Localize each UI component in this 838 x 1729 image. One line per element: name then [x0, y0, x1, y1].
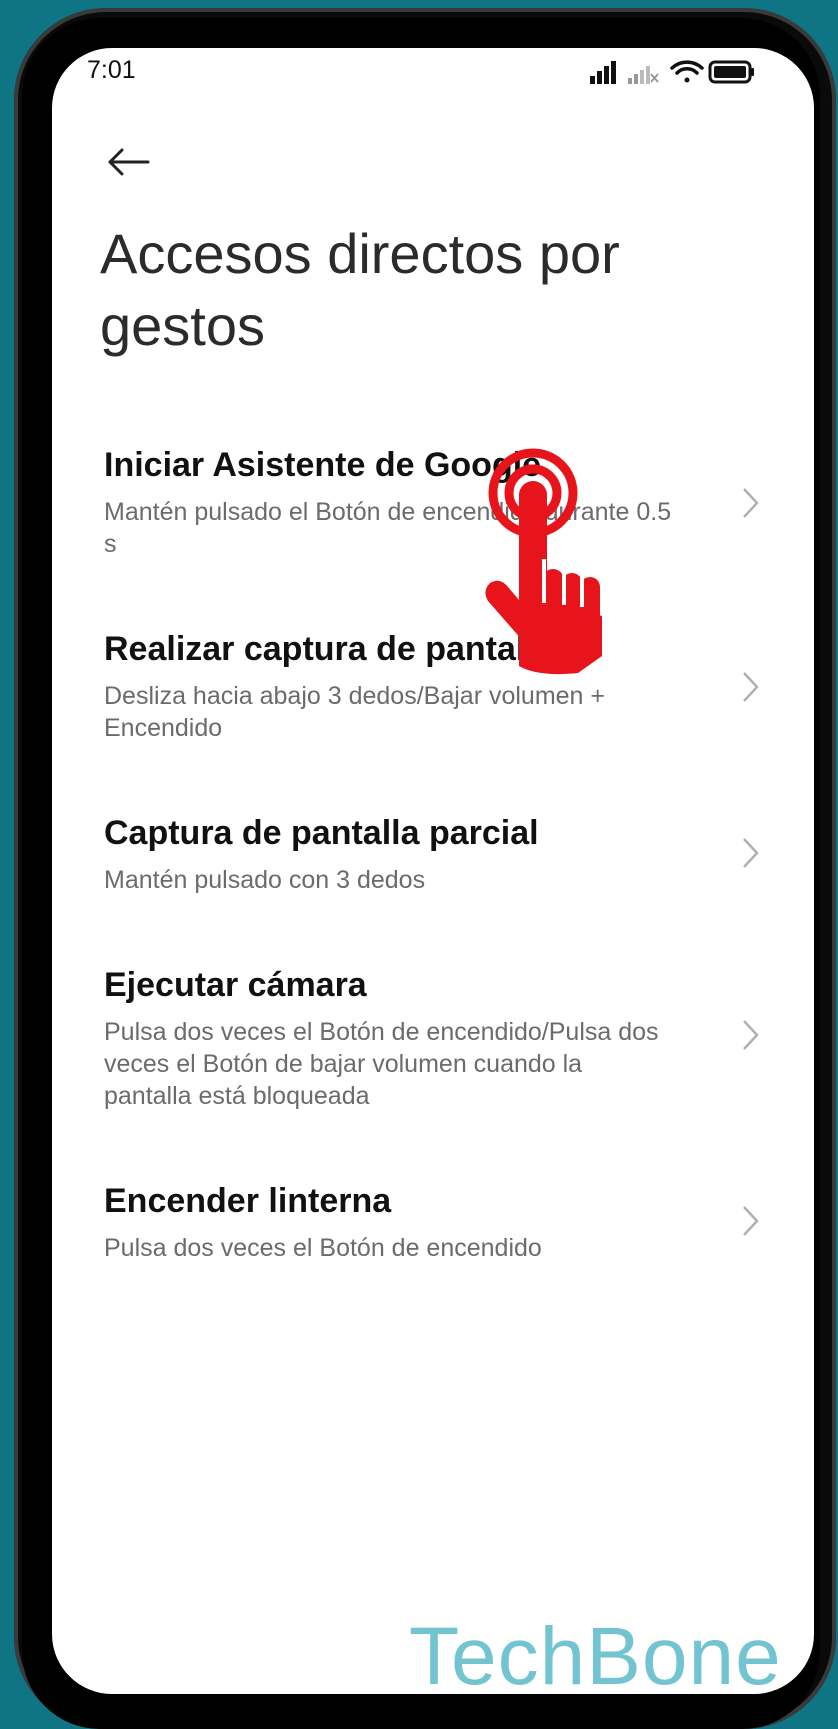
status-time: 7:01: [87, 56, 136, 84]
list-item-title: Iniciar Asistente de Google: [104, 446, 542, 484]
chevron-right-icon: [743, 488, 759, 518]
watermark: TechBone: [409, 1611, 782, 1694]
list-item-subtitle: Pulsa dos veces el Botón de encendido: [104, 1234, 542, 1262]
list-item-flashlight[interactable]: Encender linterna Pulsa dos veces el Bot…: [52, 1182, 814, 1302]
chevron-right-icon: [743, 1020, 759, 1050]
back-button[interactable]: [100, 134, 156, 190]
list-item-title: Captura de pantalla parcial: [104, 814, 539, 852]
chevron-right-icon: [743, 672, 759, 702]
wifi-icon: [670, 60, 704, 83]
phone-screen: 7:01 Accesos directos por gestos Iniciar…: [52, 48, 814, 1694]
arrow-left-icon: [108, 148, 150, 176]
tap-hand-icon: [485, 448, 602, 675]
battery-icon: [708, 60, 754, 84]
signal-icon: [590, 61, 616, 84]
list-item-google-assistant[interactable]: Iniciar Asistente de Google Mantén pulsa…: [52, 446, 814, 596]
list-item-screenshot[interactable]: Realizar captura de pantalla Desliza hac…: [52, 630, 814, 780]
status-icons: [590, 60, 754, 84]
page-title: Accesos directos por gestos: [100, 222, 620, 357]
chevron-right-icon: [743, 838, 759, 868]
signal-weak-icon: [628, 66, 659, 84]
list-item-subtitle: Pulsa dos veces el Botón de encendido/Pu…: [104, 1018, 659, 1110]
list-item-title: Ejecutar cámara: [104, 966, 367, 1004]
list-item-title: Encender linterna: [104, 1182, 392, 1220]
list-item-subtitle: Mantén pulsado con 3 dedos: [104, 866, 426, 894]
list-item-launch-camera[interactable]: Ejecutar cámara Pulsa dos veces el Botón…: [52, 966, 814, 1146]
chevron-right-icon: [743, 1206, 759, 1236]
list-item-partial-screenshot[interactable]: Captura de pantalla parcial Mantén pulsa…: [52, 814, 814, 934]
list-item-subtitle: Desliza hacia abajo 3 dedos/Bajar volume…: [104, 682, 606, 742]
